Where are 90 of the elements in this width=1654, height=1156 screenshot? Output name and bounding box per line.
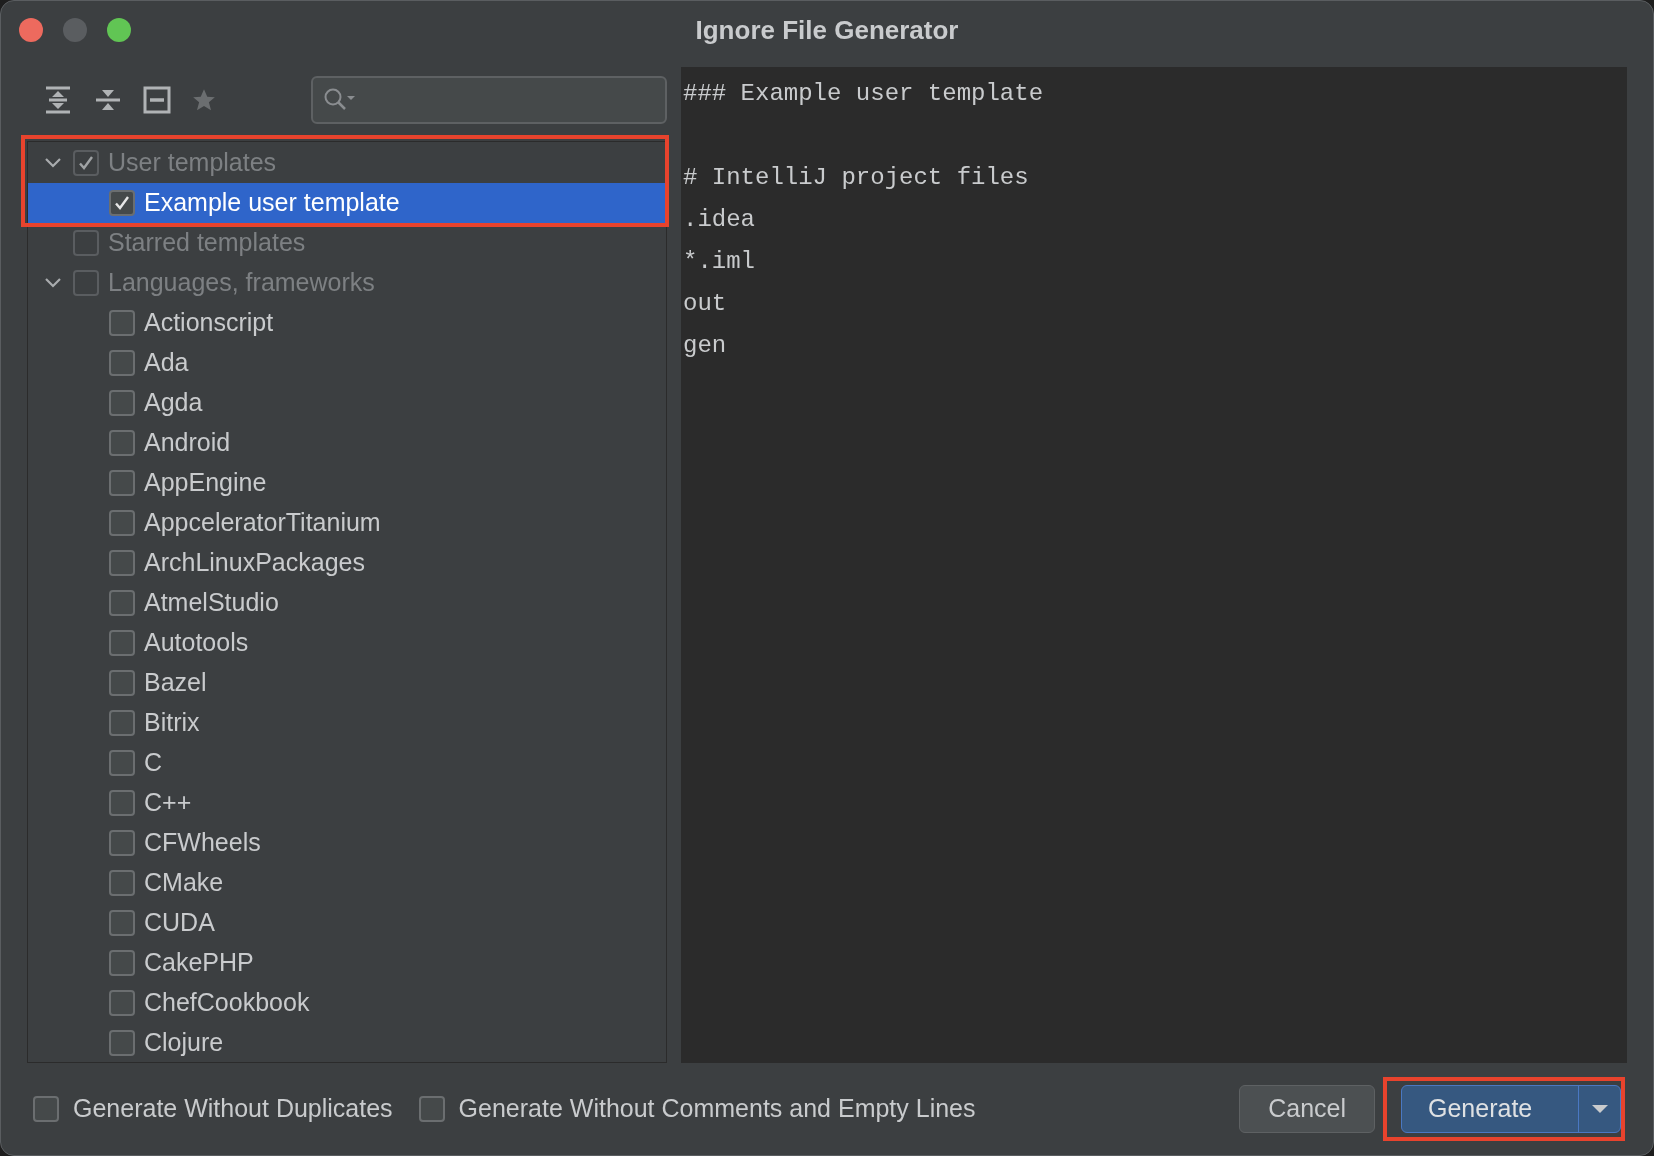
tree-row[interactable]: CMake [28, 863, 666, 903]
tree-row[interactable]: C [28, 743, 666, 783]
tree-item-label: AtmelStudio [144, 587, 279, 619]
checkbox[interactable] [109, 510, 135, 536]
tree-item-label: Example user template [144, 187, 400, 219]
tree-item-label: CMake [144, 867, 224, 899]
window-title: Ignore File Generator [695, 13, 959, 47]
checkbox[interactable] [109, 310, 135, 336]
generate-label[interactable]: Generate [1402, 1090, 1578, 1128]
tree-row[interactable]: Bazel [28, 663, 666, 703]
tree-row[interactable]: Ada [28, 343, 666, 383]
tree-item-label: Agda [144, 387, 203, 419]
tree-item-label: Languages, frameworks [108, 267, 375, 299]
checkbox[interactable] [33, 1096, 59, 1122]
checkbox[interactable] [109, 630, 135, 656]
tree-item-label: ChefCookbook [144, 987, 310, 1019]
tree-row[interactable]: C++ [28, 783, 666, 823]
code-line: .idea [683, 205, 756, 235]
tree-item-label: Ada [144, 347, 189, 379]
tree-row[interactable]: CakePHP [28, 943, 666, 983]
tree-item-label: C [144, 747, 163, 779]
tree-item-label: Android [144, 427, 231, 459]
tree-row[interactable]: CUDA [28, 903, 666, 943]
expand-all-icon[interactable] [43, 85, 73, 115]
tree-item-label: CFWheels [144, 827, 261, 859]
tree-row[interactable]: Android [28, 423, 666, 463]
checkbox[interactable] [109, 350, 135, 376]
checkbox[interactable] [109, 830, 135, 856]
tree-item-label: Autotools [144, 627, 249, 659]
tree-item-label: Bazel [144, 667, 207, 699]
tree-row[interactable]: Autotools [28, 623, 666, 663]
checkbox[interactable] [109, 710, 135, 736]
option-label: Generate Without Comments and Empty Lines [458, 1093, 976, 1125]
checkbox[interactable] [109, 550, 135, 576]
checkbox[interactable] [109, 910, 135, 936]
tree-row[interactable]: Example user template [28, 183, 666, 223]
tree-row[interactable]: Actionscript [28, 303, 666, 343]
checkbox[interactable] [109, 670, 135, 696]
code-line: # IntelliJ project files [683, 163, 1030, 193]
checkbox[interactable] [109, 790, 135, 816]
checkbox[interactable] [109, 990, 135, 1016]
checkbox[interactable] [73, 150, 99, 176]
tree-row[interactable]: ChefCookbook [28, 983, 666, 1023]
generate-split-button[interactable]: Generate [1401, 1085, 1621, 1133]
checkbox[interactable] [109, 390, 135, 416]
checkbox[interactable] [418, 1096, 445, 1122]
checkbox[interactable] [73, 230, 99, 256]
code-line: *.iml [683, 247, 756, 277]
tree-item-label: Bitrix [144, 707, 200, 739]
tree-row[interactable]: Agda [28, 383, 666, 423]
tree-row[interactable]: ArchLinuxPackages [28, 543, 666, 583]
tree-item-label: Clojure [144, 1027, 224, 1059]
checkbox[interactable] [109, 470, 135, 496]
code-line: gen [683, 331, 728, 361]
tree-item-label: Starred templates [108, 227, 306, 259]
checkbox[interactable] [109, 750, 135, 776]
tree-item-label: C++ [144, 787, 192, 819]
close-window-button[interactable] [19, 18, 43, 42]
checkmark-icon [77, 154, 95, 172]
tree-row[interactable]: AppceleratorTitanium [28, 503, 666, 543]
tree-row[interactable]: Bitrix [28, 703, 666, 743]
checkbox[interactable] [109, 190, 135, 216]
tree-item-label: User templates [108, 147, 277, 179]
tree-item-label: AppceleratorTitanium [144, 507, 381, 539]
checkbox[interactable] [109, 950, 135, 976]
tree-item-label: Actionscript [144, 307, 274, 339]
tree-item-label: AppEngine [144, 467, 267, 499]
code-line: ### Example user template [683, 79, 1045, 109]
tree-item-label: CUDA [144, 907, 215, 939]
checkbox[interactable] [73, 270, 99, 296]
checkbox[interactable] [109, 870, 135, 896]
option-label: Generate Without Duplicates [73, 1093, 393, 1125]
search-field[interactable] [311, 76, 667, 124]
zoom-window-button[interactable] [107, 18, 131, 42]
checkbox[interactable] [109, 590, 135, 616]
tree-row[interactable]: Clojure [28, 1023, 666, 1063]
tree-row[interactable]: CFWheels [28, 823, 666, 863]
star-icon[interactable] [191, 87, 217, 113]
code-line: out [683, 289, 728, 319]
tree-row[interactable]: AtmelStudio [28, 583, 666, 623]
dropdown-arrow-icon[interactable] [1590, 1104, 1609, 1114]
checkbox[interactable] [109, 1030, 135, 1056]
checkmark-icon [113, 194, 131, 212]
unselect-all-icon[interactable] [143, 86, 171, 114]
tree-item-label: ArchLinuxPackages [144, 547, 365, 579]
tree-row[interactable]: AppEngine [28, 463, 666, 503]
minimize-window-button[interactable] [63, 18, 87, 42]
checkbox[interactable] [109, 430, 135, 456]
cancel-button[interactable]: Cancel [1239, 1085, 1375, 1133]
tree-item-label: CakePHP [144, 947, 254, 979]
